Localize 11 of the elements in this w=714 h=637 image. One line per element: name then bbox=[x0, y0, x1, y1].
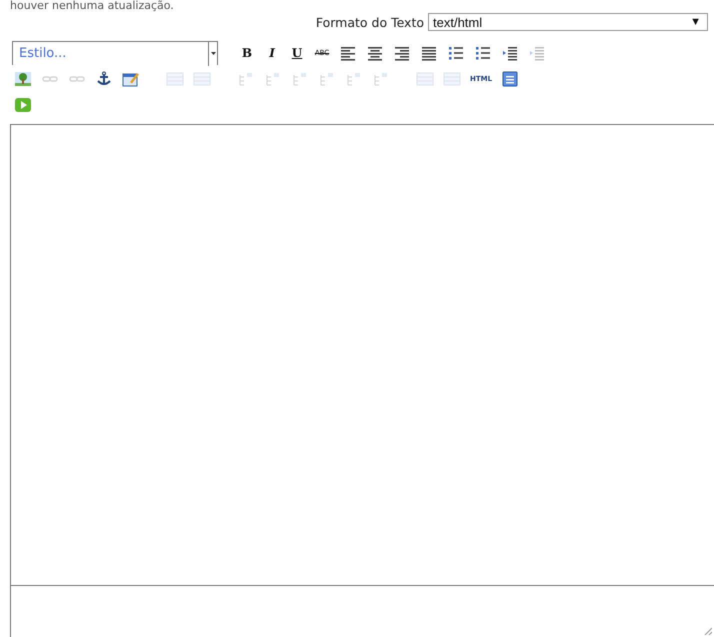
image-icon[interactable] bbox=[12, 69, 34, 89]
resize-grip-icon[interactable] bbox=[704, 627, 712, 635]
notice-text: houver nenhuma atualização. bbox=[9, 0, 174, 12]
underline-button[interactable]: U bbox=[287, 43, 307, 63]
play-icon[interactable] bbox=[12, 95, 34, 115]
italic-button[interactable]: I bbox=[262, 43, 282, 63]
format-select[interactable]: text/html ▼ bbox=[428, 13, 708, 31]
format-label: Formato do Texto bbox=[316, 14, 424, 30]
style-select[interactable]: Estilo... bbox=[12, 41, 218, 65]
caret-icon[interactable] bbox=[210, 52, 216, 55]
bold-button[interactable]: B bbox=[237, 43, 257, 63]
